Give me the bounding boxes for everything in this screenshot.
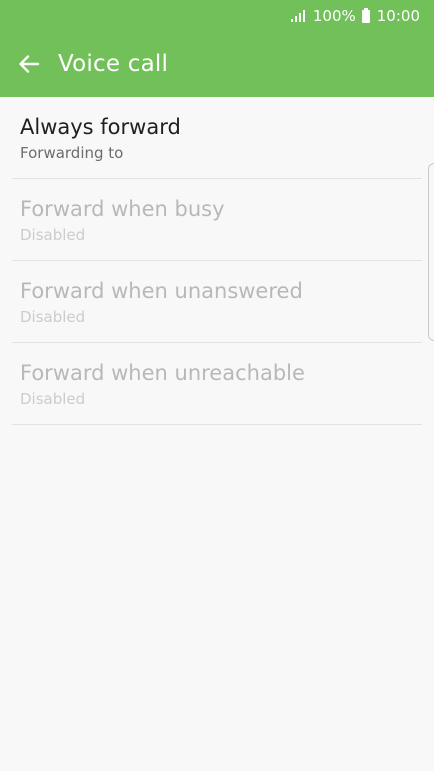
screen: 100% 10:00 Voice call Always forward For… xyxy=(0,0,434,771)
item-title: Forward when busy xyxy=(20,197,225,221)
signal-icon xyxy=(290,10,306,22)
item-subtitle: Forwarding to xyxy=(20,144,124,162)
item-subtitle: Disabled xyxy=(20,390,86,408)
forward-when-unreachable-item[interactable]: Forward when unreachable Disabled xyxy=(12,343,422,425)
arrow-left-icon xyxy=(19,55,40,73)
item-subtitle: Disabled xyxy=(20,308,86,326)
page-title: Voice call xyxy=(58,51,169,77)
battery-icon xyxy=(361,7,370,23)
status-bar: 100% 10:00 xyxy=(0,0,434,32)
battery-percentage: 100% xyxy=(312,7,356,25)
item-title: Forward when unreachable xyxy=(20,361,305,385)
forwarding-options-list: Always forward Forwarding to Forward whe… xyxy=(12,97,422,425)
clock: 10:00 xyxy=(376,7,420,25)
back-button[interactable] xyxy=(0,36,58,92)
toolbar: Voice call xyxy=(0,36,434,92)
item-title: Always forward xyxy=(20,115,181,139)
forward-when-unanswered-item[interactable]: Forward when unanswered Disabled xyxy=(12,261,422,343)
edge-panel-handle[interactable] xyxy=(428,163,434,341)
forward-when-busy-item[interactable]: Forward when busy Disabled xyxy=(12,179,422,261)
item-subtitle: Disabled xyxy=(20,226,86,244)
item-title: Forward when unanswered xyxy=(20,279,303,303)
always-forward-item[interactable]: Always forward Forwarding to xyxy=(12,97,422,179)
app-header: 100% 10:00 Voice call xyxy=(0,0,434,97)
